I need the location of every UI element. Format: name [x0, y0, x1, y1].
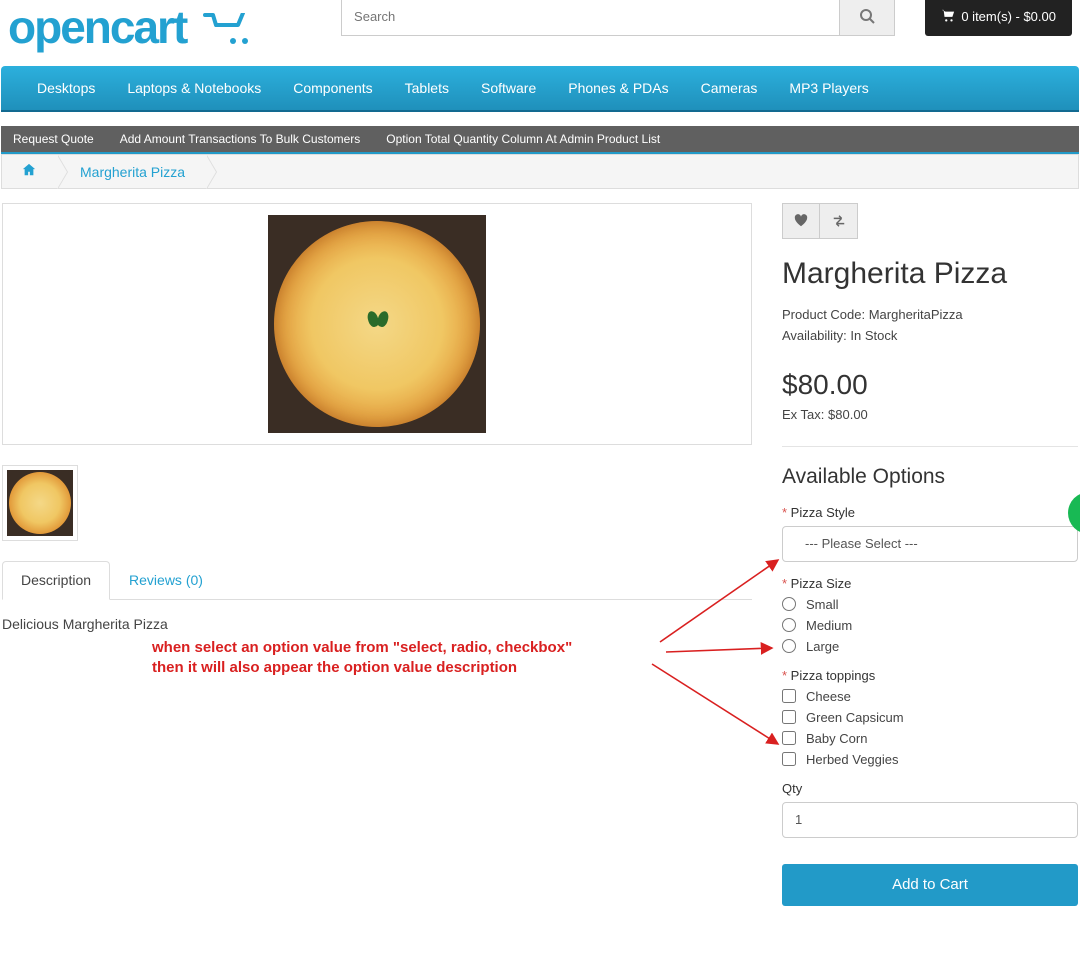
sub-add-amount[interactable]: Add Amount Transactions To Bulk Customer… [120, 132, 361, 146]
divider [782, 446, 1078, 447]
cart-icon [941, 9, 955, 23]
size-small-radio[interactable] [782, 597, 796, 611]
annotation-line1: when select an option value from "select… [152, 638, 752, 658]
pizza-size-label: * Pizza Size [782, 576, 1078, 591]
annotation-line2: then it will also appear the option valu… [152, 658, 752, 678]
product-thumbnail[interactable] [2, 465, 78, 541]
options-heading: Available Options [782, 465, 1078, 489]
topping-herbed-checkbox[interactable] [782, 752, 796, 766]
breadcrumb-home[interactable] [22, 163, 36, 180]
sub-option-total[interactable]: Option Total Quantity Column At Admin Pr… [386, 132, 660, 146]
nav-desktops[interactable]: Desktops [21, 66, 111, 110]
nav-mp3[interactable]: MP3 Players [773, 66, 884, 110]
nav-tablets[interactable]: Tablets [389, 66, 465, 110]
tab-reviews[interactable]: Reviews (0) [110, 561, 222, 599]
extax: Ex Tax: $80.00 [782, 407, 1078, 422]
code-value: MargheritaPizza [869, 307, 963, 322]
tab-body: Delicious Margherita Pizza when select a… [2, 600, 752, 695]
price: $80.00 [782, 369, 1078, 401]
sub-nav: Request Quote Add Amount Transactions To… [1, 126, 1079, 154]
pizza-style-label: * Pizza Style [782, 505, 1078, 520]
compare-icon [832, 214, 846, 228]
topping-capsicum[interactable]: Green Capsicum [782, 710, 1078, 725]
search-button[interactable] [839, 0, 895, 36]
nav-phones[interactable]: Phones & PDAs [552, 66, 684, 110]
size-large[interactable]: Large [782, 639, 1078, 654]
pizza-toppings-label: * Pizza toppings [782, 668, 1078, 683]
qty-label: Qty [782, 781, 1078, 796]
product-image[interactable] [2, 203, 752, 445]
topping-babycorn[interactable]: Baby Corn [782, 731, 1078, 746]
tab-description[interactable]: Description [2, 561, 110, 600]
nav-laptops[interactable]: Laptops & Notebooks [111, 66, 277, 110]
product-meta: Product Code: MargheritaPizza Availabili… [782, 305, 1078, 347]
heart-icon [794, 214, 808, 228]
breadcrumb: Margherita Pizza [1, 154, 1079, 189]
logo-cart-icon [203, 0, 251, 54]
wishlist-button[interactable] [782, 203, 820, 239]
nav-cameras[interactable]: Cameras [685, 66, 774, 110]
avail-value: In Stock [850, 328, 897, 343]
code-label: Product Code: [782, 307, 869, 322]
cart-button[interactable]: 0 item(s) - $0.00 [925, 0, 1072, 36]
nav-components[interactable]: Components [277, 66, 388, 110]
topping-herbed[interactable]: Herbed Veggies [782, 752, 1078, 767]
avail-label: Availability: [782, 328, 850, 343]
description-text: Delicious Margherita Pizza [2, 616, 168, 632]
size-medium[interactable]: Medium [782, 618, 1078, 633]
main-nav: Desktops Laptops & Notebooks Components … [1, 66, 1079, 112]
topping-cheese-checkbox[interactable] [782, 689, 796, 703]
home-icon [22, 163, 36, 177]
search-icon [859, 8, 875, 24]
pizza-image [268, 215, 486, 433]
breadcrumb-product[interactable]: Margherita Pizza [80, 164, 185, 180]
pizza-style-select[interactable]: --- Please Select --- [782, 526, 1078, 562]
tabs: Description Reviews (0) [2, 561, 752, 600]
nav-software[interactable]: Software [465, 66, 552, 110]
annotation: when select an option value from "select… [152, 638, 752, 679]
cart-text: 0 item(s) - $0.00 [961, 9, 1056, 24]
logo[interactable]: opencart [8, 0, 311, 54]
size-large-radio[interactable] [782, 639, 796, 653]
search [341, 0, 895, 36]
size-medium-radio[interactable] [782, 618, 796, 632]
topping-babycorn-checkbox[interactable] [782, 731, 796, 745]
qty-input[interactable] [782, 802, 1078, 838]
compare-button[interactable] [820, 203, 858, 239]
add-to-cart-button[interactable]: Add to Cart [782, 864, 1078, 906]
logo-text: opencart [8, 1, 186, 53]
topping-capsicum-checkbox[interactable] [782, 710, 796, 724]
search-input[interactable] [341, 0, 839, 36]
sub-request-quote[interactable]: Request Quote [13, 132, 94, 146]
size-small[interactable]: Small [782, 597, 1078, 612]
product-title: Margherita Pizza [782, 257, 1078, 291]
topping-cheese[interactable]: Cheese [782, 689, 1078, 704]
